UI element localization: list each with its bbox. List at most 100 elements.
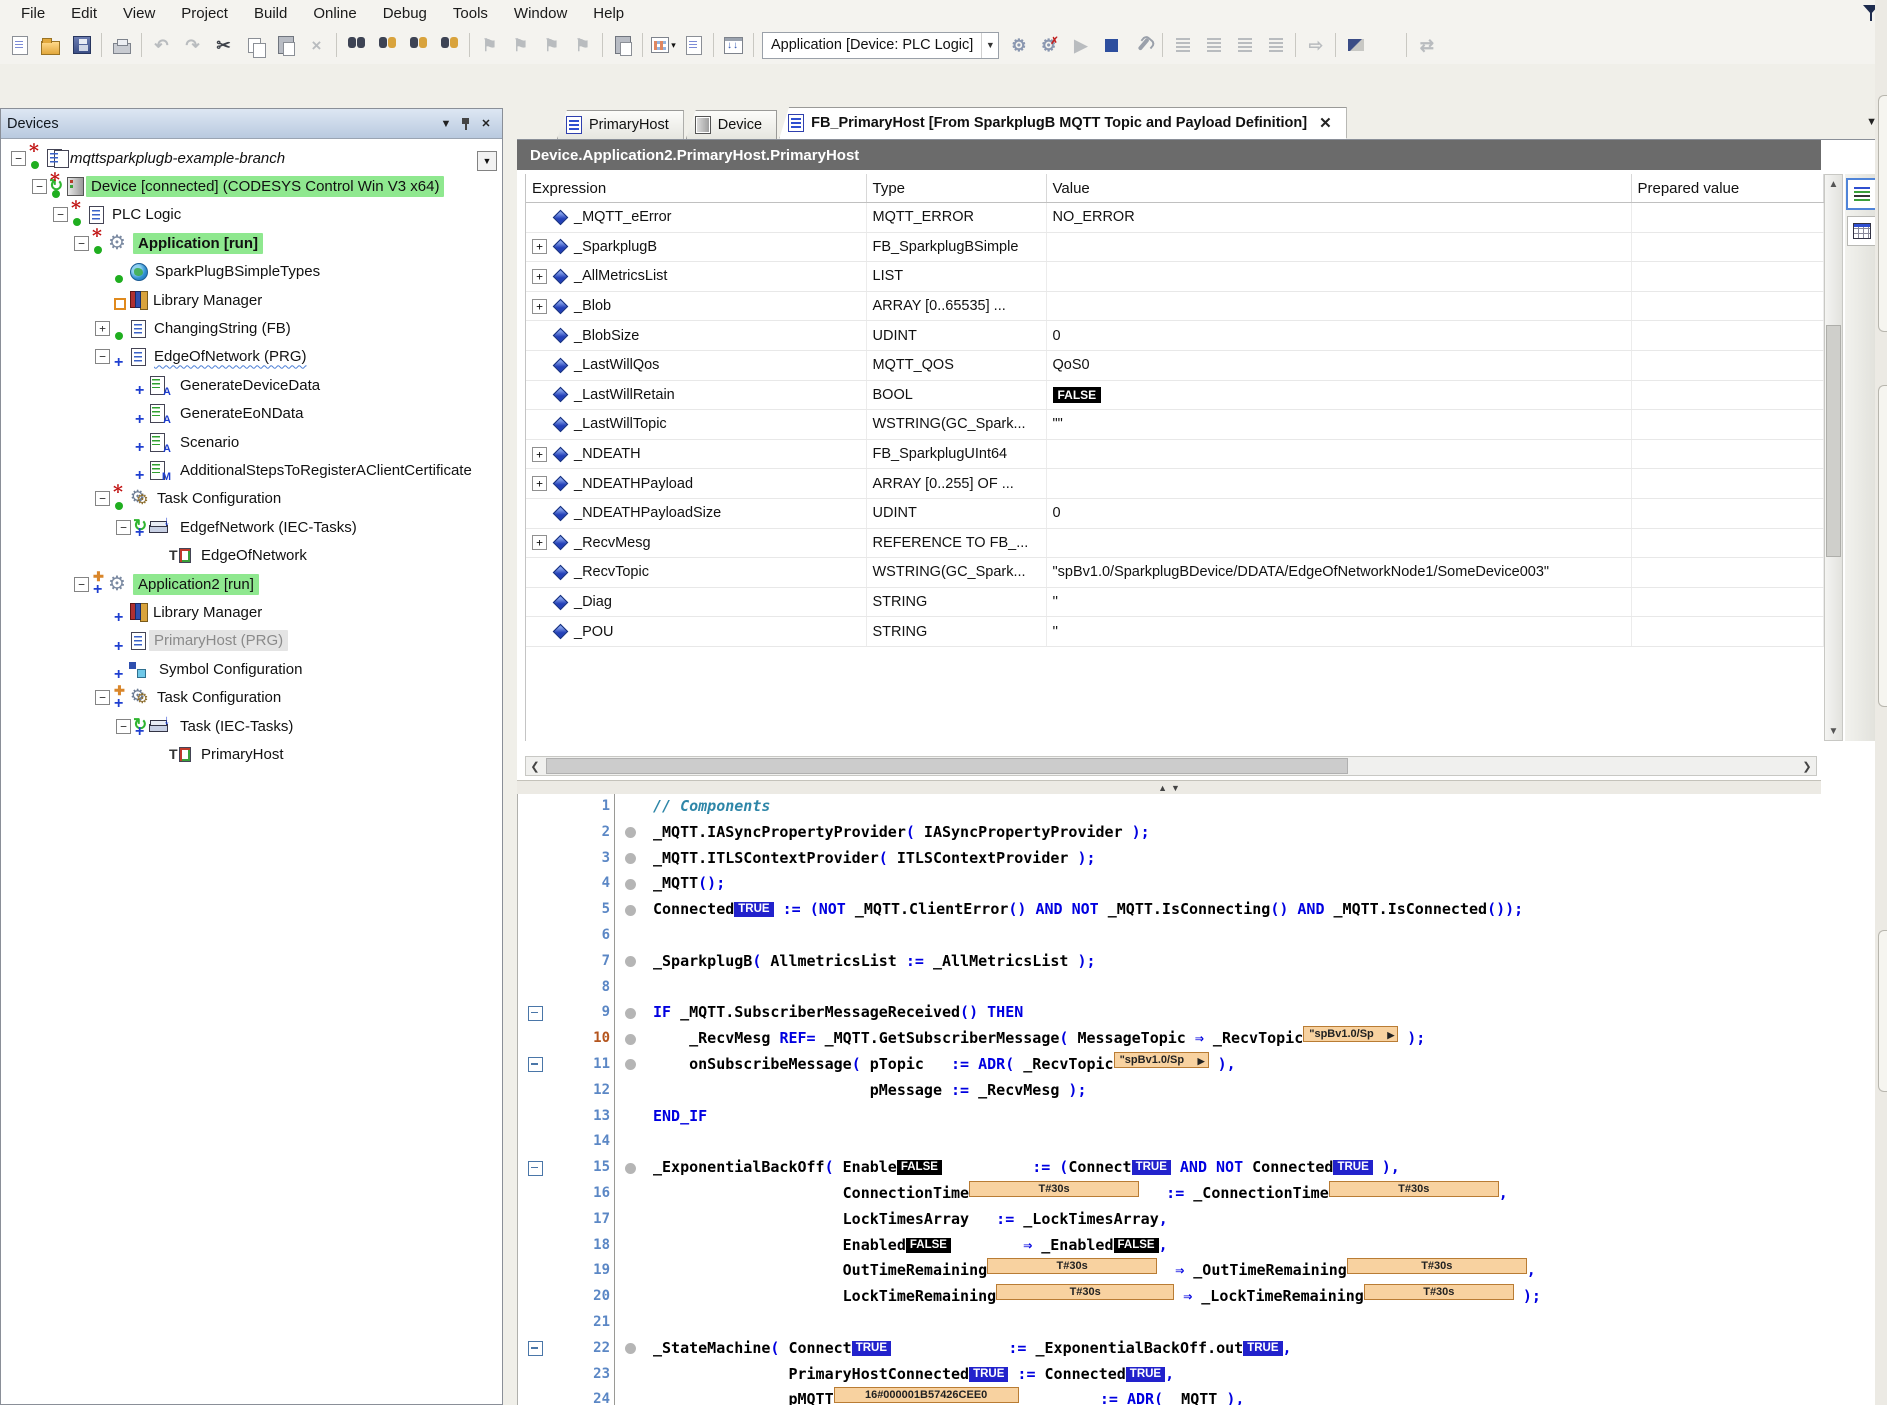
monitor-bool-false[interactable]: FALSE <box>906 1238 951 1253</box>
monitor-bool-true[interactable]: TRUE <box>1333 1160 1372 1175</box>
watch-row-_allmetricslist[interactable]: +_AllMetricsListLIST <box>526 262 1823 292</box>
declaration-view-button[interactable] <box>1846 178 1878 210</box>
code-text[interactable]: _RecvMesg REF= _MQTT.GetSubscriberMessag… <box>645 1026 1887 1052</box>
value-cell[interactable]: 0 <box>1046 321 1631 351</box>
code-text[interactable]: pMQTT16#000001B57426CEE0 := ADR( _MQTT )… <box>645 1387 1887 1405</box>
monitor-bool-true[interactable]: TRUE <box>969 1367 1008 1382</box>
watch-row-_blob[interactable]: +_BlobARRAY [0..65535] ... <box>526 291 1823 321</box>
code-text[interactable]: OutTimeRemainingT#30s ⇒ _OutTimeRemainin… <box>645 1258 1887 1284</box>
next-bookmark-button[interactable]: ⚑ <box>537 31 566 60</box>
value-cell[interactable]: QoS0 <box>1046 350 1631 380</box>
panel-pin-button[interactable] <box>456 114 476 134</box>
monitor-value-box[interactable]: T#30s <box>987 1258 1157 1274</box>
collapse-icon[interactable] <box>528 1161 543 1176</box>
open-project-button[interactable] <box>36 31 65 60</box>
code-line-11[interactable]: 11 onSubscribeMessage( pTopic := ADR( _R… <box>518 1052 1887 1078</box>
code-line-24[interactable]: 24 pMQTT16#000001B57426CEE0 := ADR( _MQT… <box>518 1387 1887 1405</box>
new-project-button[interactable] <box>5 31 34 60</box>
collapse-icon[interactable] <box>528 1057 543 1072</box>
collapsed-panel-tab[interactable] <box>1878 95 1887 332</box>
value-cell[interactable] <box>1046 469 1631 499</box>
fold-marker[interactable] <box>518 1155 552 1181</box>
code-line-15[interactable]: 15_ExponentialBackOff( EnableFALSE := (C… <box>518 1155 1887 1181</box>
clear-bookmarks-button[interactable]: ⚑ <box>568 31 597 60</box>
start-button[interactable]: ▶ <box>1066 31 1095 60</box>
tree-expander-minus[interactable]: − <box>53 207 68 222</box>
watch-row-_mqtt_eerror[interactable]: +_MQTT_eErrorMQTT_ERRORNO_ERROR <box>526 203 1823 233</box>
code-line-18[interactable]: 18 EnabledFALSE ⇒ _EnabledFALSE, <box>518 1233 1887 1259</box>
monitor-bool-true[interactable]: TRUE <box>1126 1367 1165 1382</box>
code-line-7[interactable]: 7_SparkplugB( AllmetricsList := _AllMetr… <box>518 949 1887 975</box>
menu-online[interactable]: Online <box>300 2 369 25</box>
fold-marker[interactable] <box>518 1336 552 1362</box>
watch-row-_lastwillretain[interactable]: +_LastWillRetainBOOLFALSE <box>526 380 1823 410</box>
code-text[interactable]: pMessage := _RecvMesg ); <box>645 1078 1887 1104</box>
tree-item-library-manager[interactable]: −+Library Manager <box>1 598 502 626</box>
code-line-9[interactable]: 9IF _MQTT.SubscriberMessageReceived() TH… <box>518 1000 1887 1026</box>
code-text[interactable]: EnabledFALSE ⇒ _EnabledFALSE, <box>645 1233 1887 1259</box>
code-text[interactable]: _MQTT.IASyncPropertyProvider( IASyncProp… <box>645 820 1887 846</box>
tab-fb-primaryhost[interactable]: FB_PrimaryHost [From SparkplugB MQTT Top… <box>779 107 1347 139</box>
prepared-value-cell[interactable] <box>1631 528 1823 558</box>
expand-value-icon[interactable]: ▶ <box>1198 1054 1205 1068</box>
code-text[interactable]: _ExponentialBackOff( EnableFALSE := (Con… <box>645 1155 1887 1181</box>
code-line-23[interactable]: 23 PrimaryHostConnectedTRUE := Connected… <box>518 1362 1887 1388</box>
scrollbar-thumb[interactable] <box>546 758 1348 774</box>
tree-expander-plus[interactable]: + <box>95 321 110 336</box>
code-line-4[interactable]: 4_MQTT(); <box>518 871 1887 897</box>
single-cycle-button[interactable]: ⇨ <box>1301 31 1330 60</box>
menu-edit[interactable]: Edit <box>58 2 110 25</box>
monitor-value-box[interactable]: "spBv1.0/Sp▶ <box>1114 1052 1209 1068</box>
monitor-bool-true[interactable]: TRUE <box>852 1341 891 1356</box>
code-text[interactable]: onSubscribeMessage( pTopic := ADR( _Recv… <box>645 1052 1887 1078</box>
previous-bookmark-button[interactable]: ⚑ <box>506 31 535 60</box>
prepared-value-cell[interactable] <box>1631 262 1823 292</box>
value-cell[interactable]: "spBv1.0/SparkplugBDevice/DDATA/EdgeOfNe… <box>1046 558 1631 588</box>
tree-expander-minus[interactable]: − <box>95 690 110 705</box>
row-expander[interactable]: + <box>532 269 547 284</box>
code-line-6[interactable]: 6 <box>518 923 1887 949</box>
value-cell[interactable]: '' <box>1046 587 1631 617</box>
tree-item-task-configuration[interactable]: −✚+Task Configuration <box>1 683 502 711</box>
expand-value-icon[interactable]: ▶ <box>1387 1028 1394 1042</box>
code-line-5[interactable]: 5ConnectedTRUE := (NOT _MQTT.ClientError… <box>518 897 1887 923</box>
fold-marker[interactable] <box>518 1052 552 1078</box>
code-text[interactable]: // Components <box>645 794 1887 820</box>
code-line-16[interactable]: 16 ConnectionTimeT#30s := _ConnectionTim… <box>518 1181 1887 1207</box>
scrollbar-thumb[interactable] <box>1826 325 1841 557</box>
tree-item-primaryhost[interactable]: −PrimaryHost <box>1 740 502 768</box>
export-button[interactable] <box>679 31 708 60</box>
tree-item-application2-run[interactable]: −✚+⚙Application2 [run] <box>1 570 502 598</box>
code-text[interactable] <box>645 975 1887 1001</box>
find-button[interactable] <box>342 31 371 60</box>
column-header-type[interactable]: Type <box>866 174 1046 203</box>
code-text[interactable] <box>645 1129 1887 1155</box>
tab-close-icon[interactable]: ✕ <box>1319 114 1332 132</box>
code-text[interactable]: _MQTT(); <box>645 871 1887 897</box>
stop-button[interactable] <box>1097 31 1126 60</box>
uninstall-button[interactable] <box>1128 31 1157 60</box>
code-text[interactable]: _SparkplugB( AllmetricsList := _AllMetri… <box>645 949 1887 975</box>
value-cell[interactable]: '' <box>1046 617 1631 647</box>
undo-button[interactable]: ↶ <box>147 31 176 60</box>
scroll-down-icon[interactable]: ▼ <box>1825 722 1842 740</box>
tree-expander-minus[interactable]: − <box>95 349 110 364</box>
delete-button[interactable]: × <box>302 31 331 60</box>
fold-marker[interactable] <box>518 1000 552 1026</box>
collapse-icon[interactable] <box>528 1341 543 1356</box>
row-expander[interactable]: + <box>532 239 547 254</box>
prepared-value-cell[interactable] <box>1631 350 1823 380</box>
watch-row-_recvtopic[interactable]: +_RecvTopicWSTRING(GC_Spark..."spBv1.0/S… <box>526 558 1823 588</box>
tree-item-mqttsparkplugb-example-branch[interactable]: −*mqttsparkplugb-example-branch▼ <box>1 144 502 172</box>
watch-row-_recvmesg[interactable]: +_RecvMesgREFERENCE TO FB_... <box>526 528 1823 558</box>
active-application-combo[interactable]: Application [Device: PLC Logic]▼ <box>762 32 999 59</box>
tree-item-primaryhost-prg[interactable]: −+PrimaryHost (PRG) <box>1 627 502 655</box>
tree-item-generatedevicedata[interactable]: −+AGenerateDeviceData <box>1 371 502 399</box>
tab-device[interactable]: Device <box>686 110 777 139</box>
tree-expander-minus[interactable]: − <box>74 577 89 592</box>
prepared-value-cell[interactable] <box>1631 380 1823 410</box>
prepared-value-cell[interactable] <box>1631 232 1823 262</box>
step-out-button[interactable] <box>1230 31 1259 60</box>
code-text[interactable]: ConnectedTRUE := (NOT _MQTT.ClientError(… <box>645 897 1887 923</box>
code-text[interactable]: ConnectionTimeT#30s := _ConnectionTimeT#… <box>645 1181 1887 1207</box>
